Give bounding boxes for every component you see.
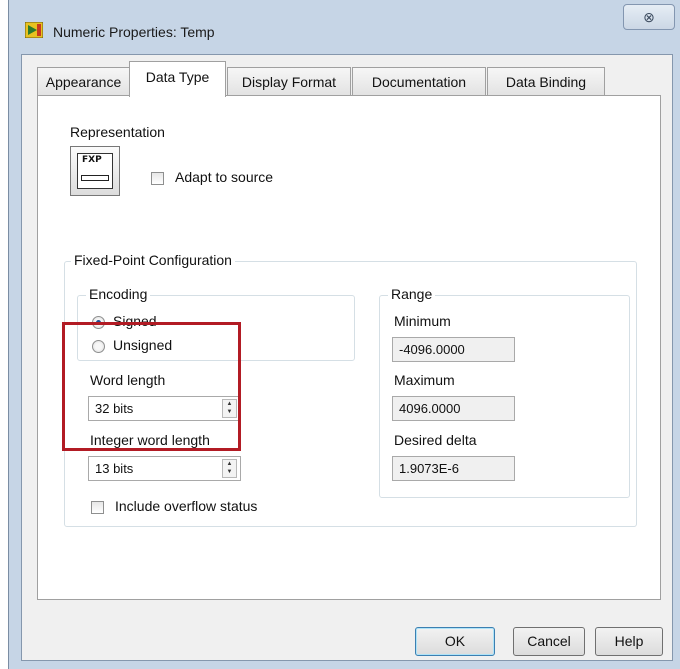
minimum-field: -4096.0000: [392, 337, 515, 362]
title-bar[interactable]: Numeric Properties: Temp ⊗: [9, 0, 680, 54]
representation-button[interactable]: FXP: [70, 146, 120, 196]
help-button[interactable]: Help: [595, 627, 663, 656]
fxp-icon: FXP: [77, 153, 113, 189]
desired-delta-label: Desired delta: [394, 432, 477, 448]
encoding-label: Encoding: [86, 286, 151, 302]
tab-display-format[interactable]: Display Format: [227, 67, 351, 96]
tab-data-type[interactable]: Data Type: [129, 61, 226, 97]
help-button-label: Help: [614, 633, 644, 649]
maximum-label: Maximum: [394, 372, 455, 388]
tab-appearance[interactable]: Appearance: [37, 67, 130, 96]
tab-label: Documentation: [371, 74, 467, 90]
include-overflow-status-checkbox[interactable]: [91, 501, 104, 514]
fixed-point-config-label: Fixed-Point Configuration: [71, 252, 235, 268]
labview-vi-icon: [24, 21, 44, 39]
ok-button-label: OK: [444, 633, 466, 649]
tab-label: Appearance: [45, 74, 122, 90]
adapt-to-source-checkbox[interactable]: [151, 172, 164, 185]
representation-label: Representation: [70, 124, 165, 140]
maximum-field: 4096.0000: [392, 396, 515, 421]
tab-data-binding[interactable]: Data Binding: [487, 67, 605, 96]
window-title: Numeric Properties: Temp: [53, 24, 215, 40]
tab-label: Data Type: [145, 69, 210, 85]
cancel-button[interactable]: Cancel: [513, 627, 585, 656]
fxp-icon-label: FXP: [82, 155, 102, 165]
integer-word-length-stepper-icon[interactable]: ▲ ▼: [222, 459, 237, 478]
adapt-to-source-label[interactable]: Adapt to source: [175, 169, 273, 185]
ok-button[interactable]: OK: [415, 627, 495, 656]
range-label: Range: [388, 286, 436, 302]
minimum-label: Minimum: [394, 313, 451, 329]
integer-word-length-value: 13 bits: [95, 461, 134, 476]
annotation-highlight-box: [62, 322, 241, 451]
close-icon: ⊗: [643, 9, 655, 25]
tab-label: Display Format: [241, 74, 337, 90]
cancel-button-label: Cancel: [527, 633, 571, 649]
tab-label: Data Binding: [505, 74, 587, 90]
integer-word-length-input[interactable]: 13 bits ▲ ▼: [88, 456, 241, 481]
desired-delta-field: 1.9073E-6: [392, 456, 515, 481]
tab-documentation[interactable]: Documentation: [352, 67, 486, 96]
include-overflow-status-label[interactable]: Include overflow status: [115, 498, 257, 514]
close-button[interactable]: ⊗: [623, 4, 675, 30]
